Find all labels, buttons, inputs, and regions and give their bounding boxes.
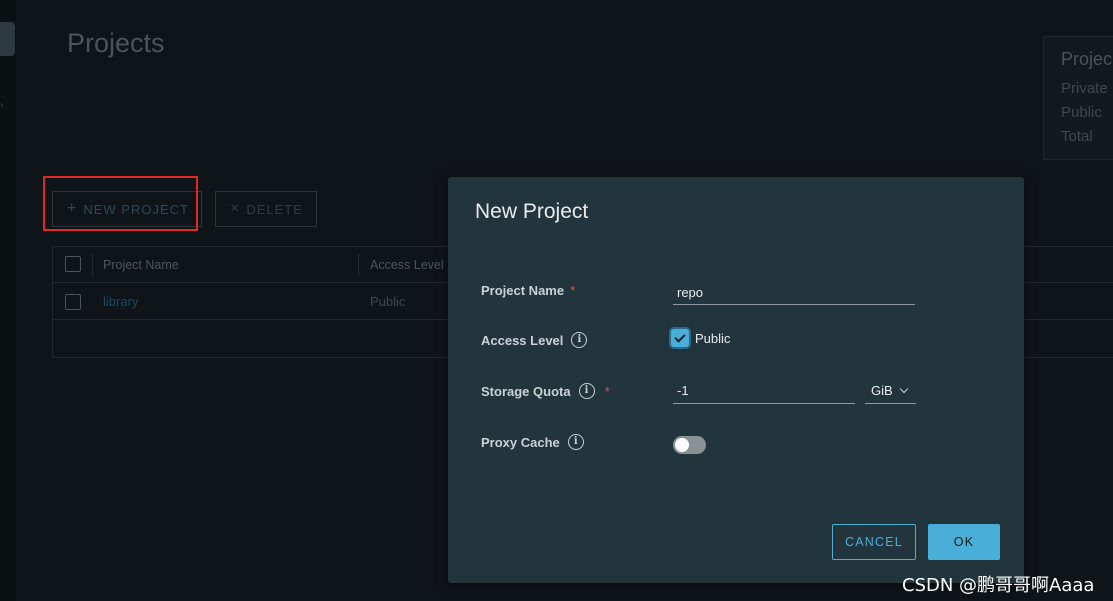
page: › Projects Projec Private Public Total +… [0, 0, 1113, 601]
access-level-label: Access Level i [481, 332, 588, 348]
project-name-label: Project Name * [481, 283, 575, 298]
storage-quota-label-text: Storage Quota [481, 383, 571, 399]
public-checkbox-group[interactable]: Public [671, 329, 730, 347]
required-marker: * [604, 383, 610, 399]
proxy-cache-label-text: Proxy Cache [481, 434, 560, 450]
chevron-down-icon [899, 384, 908, 393]
storage-unit-value: GiB [871, 383, 893, 398]
project-name-label-text: Project Name [481, 283, 565, 298]
project-name-input[interactable] [673, 280, 915, 305]
proxy-cache-label: Proxy Cache i [481, 434, 584, 450]
storage-unit-select[interactable]: GiB [865, 378, 916, 404]
public-checkbox[interactable] [671, 329, 689, 347]
storage-quota-label: Storage Quota i * [481, 383, 610, 399]
required-marker: * [570, 283, 576, 298]
info-icon[interactable]: i [578, 383, 595, 399]
info-icon[interactable]: i [567, 434, 584, 450]
storage-quota-input[interactable] [673, 378, 855, 404]
public-checkbox-label[interactable]: Public [695, 331, 730, 346]
toggle-knob [675, 438, 689, 452]
proxy-cache-toggle[interactable] [673, 436, 706, 454]
ok-button[interactable]: OK [928, 524, 1000, 560]
info-icon[interactable]: i [571, 332, 588, 348]
cancel-button[interactable]: CANCEL [832, 524, 916, 560]
modal-title: New Project [475, 200, 589, 223]
new-project-modal: New Project Project Name * Access Level … [448, 177, 1024, 583]
watermark: CSDN @鹏哥哥啊Aaaa [902, 575, 1095, 596]
access-level-label-text: Access Level [481, 332, 564, 348]
